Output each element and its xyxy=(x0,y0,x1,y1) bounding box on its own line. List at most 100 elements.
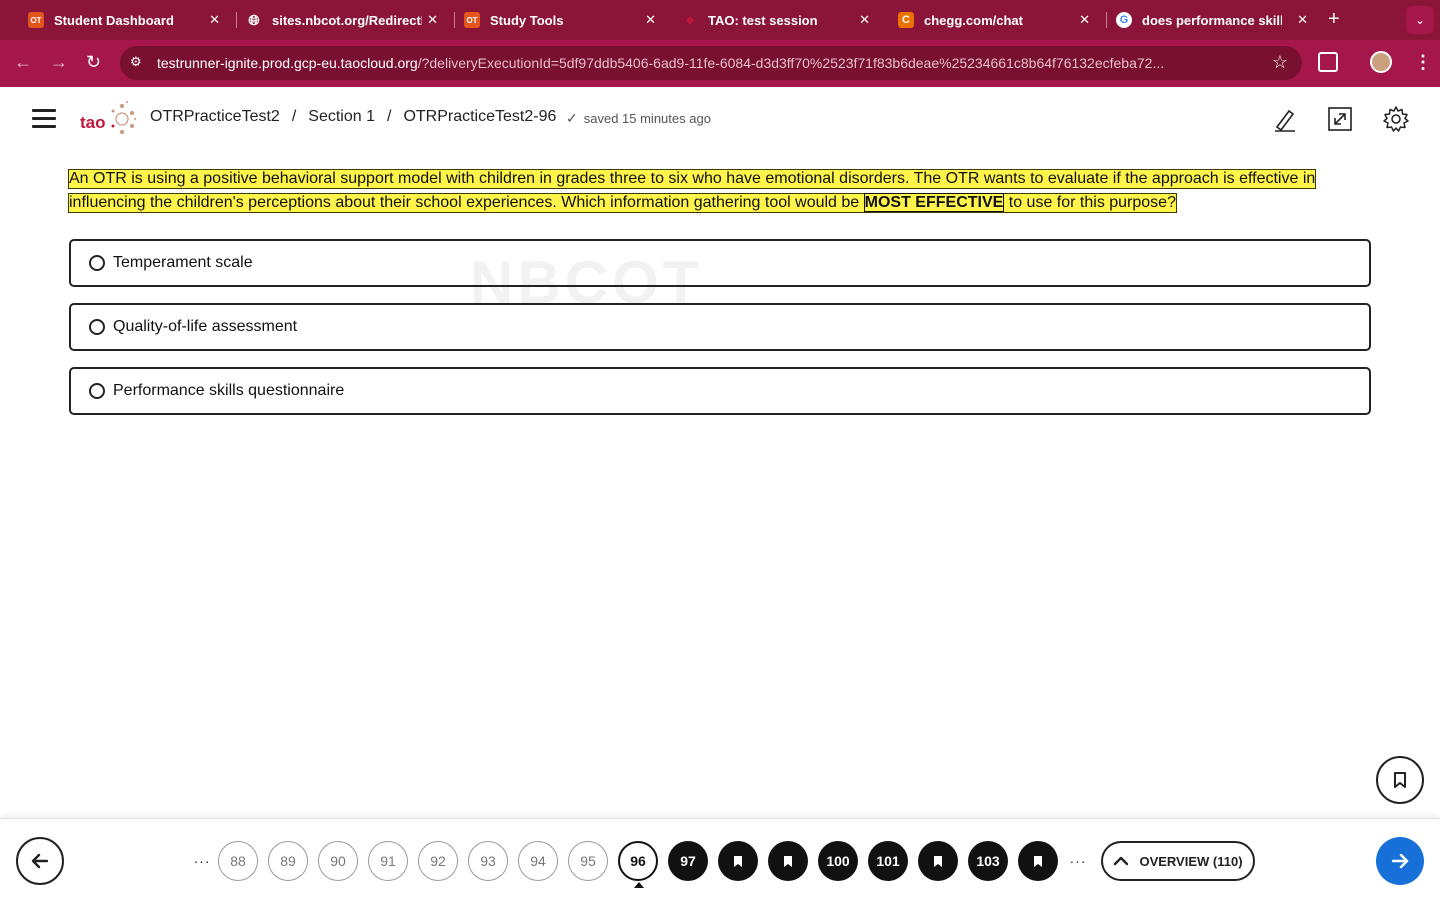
bookmark-star-icon[interactable]: ☆ xyxy=(1272,52,1288,73)
new-tab-icon[interactable]: + xyxy=(1328,8,1340,31)
fullscreen-icon[interactable] xyxy=(1326,105,1354,133)
answer-choice-a[interactable]: Temperament scale xyxy=(69,239,1371,287)
pager-item[interactable]: 92 xyxy=(418,841,458,881)
bookmark-icon xyxy=(1394,772,1406,788)
address-bar[interactable]: ⚙︎ testrunner-ignite.prod.gcp-eu.taoclou… xyxy=(120,46,1302,80)
pager-item[interactable]: 95 xyxy=(568,841,608,881)
chegg-favicon-icon: C xyxy=(898,12,914,28)
tab-title: TAO: test session xyxy=(708,12,818,28)
bookmark-icon xyxy=(734,855,742,867)
save-status: ✓ saved 15 minutes ago xyxy=(566,110,711,127)
reload-icon[interactable]: ↻ xyxy=(86,52,101,73)
url-path: /?deliveryExecutionId=5df97ddb5406-6ad9-… xyxy=(417,55,1165,71)
close-tab-icon[interactable]: ✕ xyxy=(1079,12,1090,28)
choice-label: Temperament scale xyxy=(113,254,253,271)
tab-chegg-chat[interactable]: C chegg.com/chat ✕ xyxy=(898,6,1098,34)
flag-for-review-button[interactable] xyxy=(1376,756,1424,804)
settings-gear-icon[interactable] xyxy=(1382,105,1410,133)
bookmark-icon xyxy=(1034,855,1042,867)
pager-item-flagged[interactable] xyxy=(768,841,808,881)
close-tab-icon[interactable]: ✕ xyxy=(209,12,220,28)
pager-item[interactable]: 91 xyxy=(368,841,408,881)
pager-item[interactable]: 94 xyxy=(518,841,558,881)
close-tab-icon[interactable]: ✕ xyxy=(859,12,870,28)
ot-favicon-icon: OT xyxy=(464,12,480,28)
pager-item-flagged[interactable] xyxy=(1018,841,1058,881)
tab-title: sites.nbcot.org/RedirectL xyxy=(272,12,422,28)
pager-item-flagged[interactable] xyxy=(718,841,758,881)
choice-label: Performance skills questionnaire xyxy=(113,382,345,399)
tab-study-tools[interactable]: OT Study Tools ✕ xyxy=(464,6,664,34)
site-settings-icon[interactable]: ⚙︎ xyxy=(130,54,146,70)
pager-item[interactable]: 103 xyxy=(968,841,1008,881)
next-button[interactable] xyxy=(1376,837,1424,885)
overview-label: OVERVIEW (110) xyxy=(1139,853,1243,869)
tab-search-chevron-icon[interactable]: ⌄ xyxy=(1406,6,1434,34)
tab-title: Student Dashboard xyxy=(54,12,174,28)
answer-choice-c[interactable]: Performance skills questionnaire xyxy=(69,367,1371,415)
breadcrumb-section[interactable]: Section 1 xyxy=(308,108,375,126)
pager-item[interactable]: 88 xyxy=(218,841,258,881)
question-pager: ··· 88 89 90 91 92 93 94 95 96 97 100 101 103 ··· xyxy=(192,841,1094,888)
globe-icon: 🌐︎ xyxy=(248,11,260,28)
radio-button[interactable] xyxy=(89,319,105,335)
url-host: testrunner-ignite.prod.gcp-eu.taocloud.o… xyxy=(157,55,418,71)
bookmark-icon xyxy=(934,855,942,867)
radio-button[interactable] xyxy=(89,255,105,271)
radio-button[interactable] xyxy=(89,383,105,399)
pager-item[interactable]: 101 xyxy=(868,841,908,881)
answer-choice-b[interactable]: Quality-of-life assessment xyxy=(69,303,1371,351)
url-text[interactable]: testrunner-ignite.prod.gcp-eu.taocloud.o… xyxy=(157,55,1257,71)
breadcrumb-item: OTRPracticeTest2-96 xyxy=(403,108,557,125)
close-tab-icon[interactable]: ✕ xyxy=(427,12,438,28)
extensions-icon[interactable] xyxy=(1318,52,1338,72)
save-status-text: saved 15 minutes ago xyxy=(583,111,711,126)
tab-divider xyxy=(454,12,455,28)
pager-item[interactable]: 89 xyxy=(268,841,308,881)
highlighter-pen-icon[interactable] xyxy=(1271,105,1299,133)
breadcrumb-test[interactable]: OTRPracticeTest2 xyxy=(150,108,280,126)
google-favicon-icon: G xyxy=(1116,12,1132,28)
tab-student-dashboard[interactable]: OT Student Dashboard ✕ xyxy=(28,6,228,34)
tab-title: does performance skills c xyxy=(1142,12,1282,28)
pager-item[interactable]: 90 xyxy=(318,841,358,881)
pager-item[interactable]: 93 xyxy=(468,841,508,881)
tab-title: chegg.com/chat xyxy=(924,12,1023,28)
browser-tab-strip: OT Student Dashboard ✕ 🌐︎ sites.nbcot.or… xyxy=(0,0,1440,40)
navigation-footer: ··· 88 89 90 91 92 93 94 95 96 97 100 101 103 ··· OV… xyxy=(0,818,1440,900)
breadcrumb-separator: / xyxy=(291,108,297,125)
back-arrow-icon[interactable]: ← xyxy=(14,52,32,73)
tab-google-search[interactable]: G does performance skills c ✕ xyxy=(1116,6,1316,34)
tao-favicon-icon: ◆ xyxy=(686,14,694,26)
pager-items: 88 89 90 91 92 93 94 95 96 97 100 101 103 xyxy=(218,841,1068,888)
arrow-right-icon xyxy=(1391,853,1409,869)
overview-button[interactable]: OVERVIEW (110) xyxy=(1101,841,1255,881)
tao-logo: tao xyxy=(80,101,136,137)
hamburger-menu-icon[interactable] xyxy=(32,109,56,128)
highlighted-text[interactable]: An OTR is using a positive behavioral su… xyxy=(68,169,1317,213)
browser-menu-icon[interactable]: ⋮ xyxy=(1414,52,1432,73)
previous-button[interactable] xyxy=(16,837,64,885)
tab-nbcot-redirect[interactable]: 🌐︎ sites.nbcot.org/RedirectL ✕ xyxy=(246,6,446,34)
tab-divider xyxy=(1106,12,1107,28)
pager-item-flagged[interactable] xyxy=(918,841,958,881)
pager-item[interactable]: 100 xyxy=(818,841,858,881)
arrow-left-icon xyxy=(31,853,49,869)
pager-ellipsis[interactable]: ··· xyxy=(1068,853,1088,869)
question-prompt: An OTR is using a positive behavioral su… xyxy=(68,167,1328,215)
close-tab-icon[interactable]: ✕ xyxy=(1297,12,1308,28)
choice-label: Quality-of-life assessment xyxy=(113,318,298,335)
tab-tao-test-session[interactable]: ◆ TAO: test session ✕ xyxy=(682,6,878,34)
pager-item[interactable]: 97 xyxy=(668,841,708,881)
breadcrumb: OTRPracticeTest2 / Section 1 / OTRPracti… xyxy=(150,108,556,126)
pager-item-current[interactable]: 96 xyxy=(618,841,658,888)
forward-arrow-icon[interactable]: → xyxy=(50,52,68,73)
profile-avatar[interactable] xyxy=(1370,51,1392,73)
test-runner-header: tao OTRPracticeTest2 / Section 1 / OTRPr… xyxy=(0,87,1440,151)
close-tab-icon[interactable]: ✕ xyxy=(645,12,656,28)
logo-dots-icon xyxy=(111,101,136,134)
prompt-emphasis: MOST EFFECTIVE xyxy=(863,193,1005,212)
pager-ellipsis[interactable]: ··· xyxy=(192,853,212,869)
checkmark-icon: ✓ xyxy=(566,110,578,126)
bookmark-icon xyxy=(784,855,792,867)
